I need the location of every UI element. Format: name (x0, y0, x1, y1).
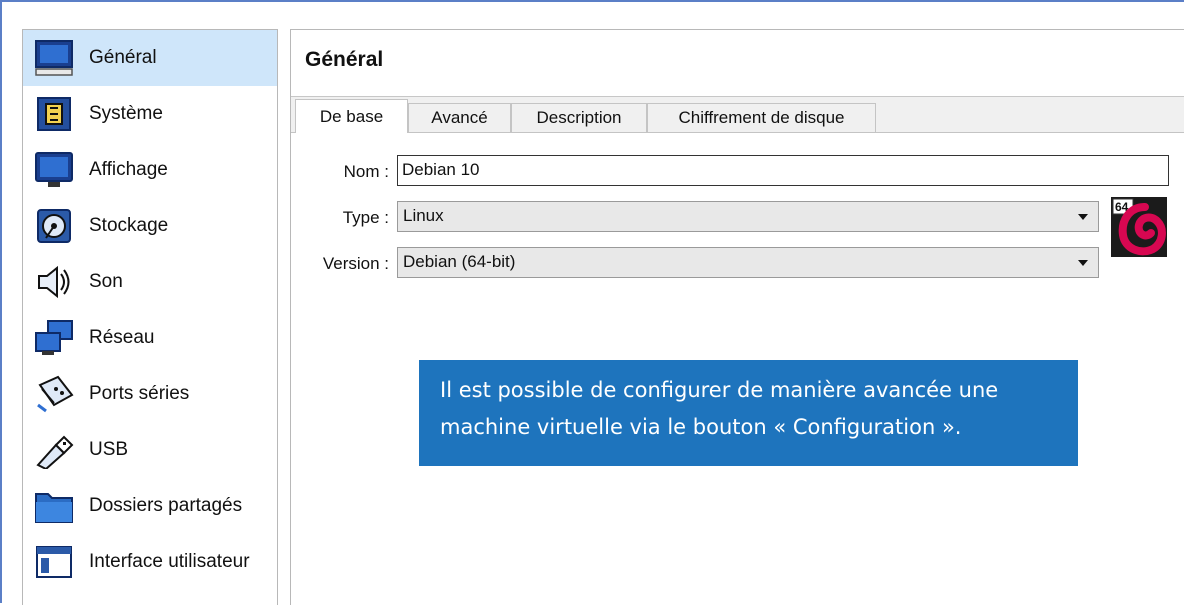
tab-advanced[interactable]: Avancé (408, 103, 511, 132)
network-icon (33, 317, 75, 359)
tab-bar: De base Avancé Description Chiffrement d… (291, 97, 1184, 133)
sidebar-item-general[interactable]: Général (23, 30, 277, 86)
sidebar-item-label: Ports séries (89, 383, 190, 404)
tab-basic[interactable]: De base (295, 99, 408, 133)
tab-divider (291, 132, 1184, 133)
page-title: Général (305, 48, 384, 71)
tab-description[interactable]: Description (511, 103, 647, 132)
window-ui-icon (33, 541, 75, 583)
version-combobox-value: Debian (64-bit) (403, 252, 516, 271)
sidebar-item-label: Stockage (89, 215, 169, 236)
sidebar-item-label: Son (89, 271, 123, 292)
chevron-down-icon (1078, 214, 1088, 220)
sidebar-item-storage[interactable]: Stockage (23, 198, 277, 254)
chevron-down-icon (1078, 260, 1088, 266)
sidebar-item-label: Dossiers partagés (89, 495, 243, 516)
version-label: Version : (322, 254, 389, 273)
settings-window: Général Système Affichage Stockage Son R… (0, 0, 1184, 605)
sidebar-item-serial-ports[interactable]: Ports séries (23, 366, 277, 422)
sidebar-item-network[interactable]: Réseau (23, 310, 277, 366)
sidebar-item-label: Interface utilisateur (89, 551, 250, 572)
storage-disk-icon (33, 205, 75, 247)
usb-icon (33, 429, 75, 471)
sidebar-item-system[interactable]: Système (23, 86, 277, 142)
info-callout: Il est possible de configurer de manière… (419, 360, 1078, 466)
display-icon (33, 149, 75, 191)
sidebar-item-usb[interactable]: USB (23, 422, 277, 478)
serial-port-icon (33, 373, 75, 415)
sidebar-item-audio[interactable]: Son (23, 254, 277, 310)
chip-icon (33, 93, 75, 135)
folder-icon (33, 485, 75, 527)
type-combobox[interactable]: Linux (397, 201, 1099, 232)
speaker-icon (33, 261, 75, 303)
sidebar-item-user-interface[interactable]: Interface utilisateur (23, 534, 277, 590)
general-monitor-icon (33, 37, 75, 79)
sidebar-item-label: Affichage (89, 159, 168, 180)
settings-sidebar: Général Système Affichage Stockage Son R… (22, 29, 278, 605)
type-combobox-value: Linux (403, 206, 444, 225)
sidebar-item-label: Général (89, 47, 157, 68)
settings-main-panel: Général De base Avancé Description Chiff… (290, 29, 1184, 605)
sidebar-item-label: Réseau (89, 327, 155, 348)
version-combobox[interactable]: Debian (64-bit) (397, 247, 1099, 278)
sidebar-item-shared-folders[interactable]: Dossiers partagés (23, 478, 277, 534)
sidebar-item-label: USB (89, 439, 129, 460)
sidebar-item-display[interactable]: Affichage (23, 142, 277, 198)
name-label: Nom : (343, 162, 389, 181)
tab-disk-encryption[interactable]: Chiffrement de disque (647, 103, 876, 132)
type-label: Type : (342, 208, 389, 227)
name-field[interactable]: Debian 10 (397, 155, 1169, 186)
sidebar-item-label: Système (89, 103, 163, 124)
debian-logo-icon: 64 (1111, 197, 1167, 257)
